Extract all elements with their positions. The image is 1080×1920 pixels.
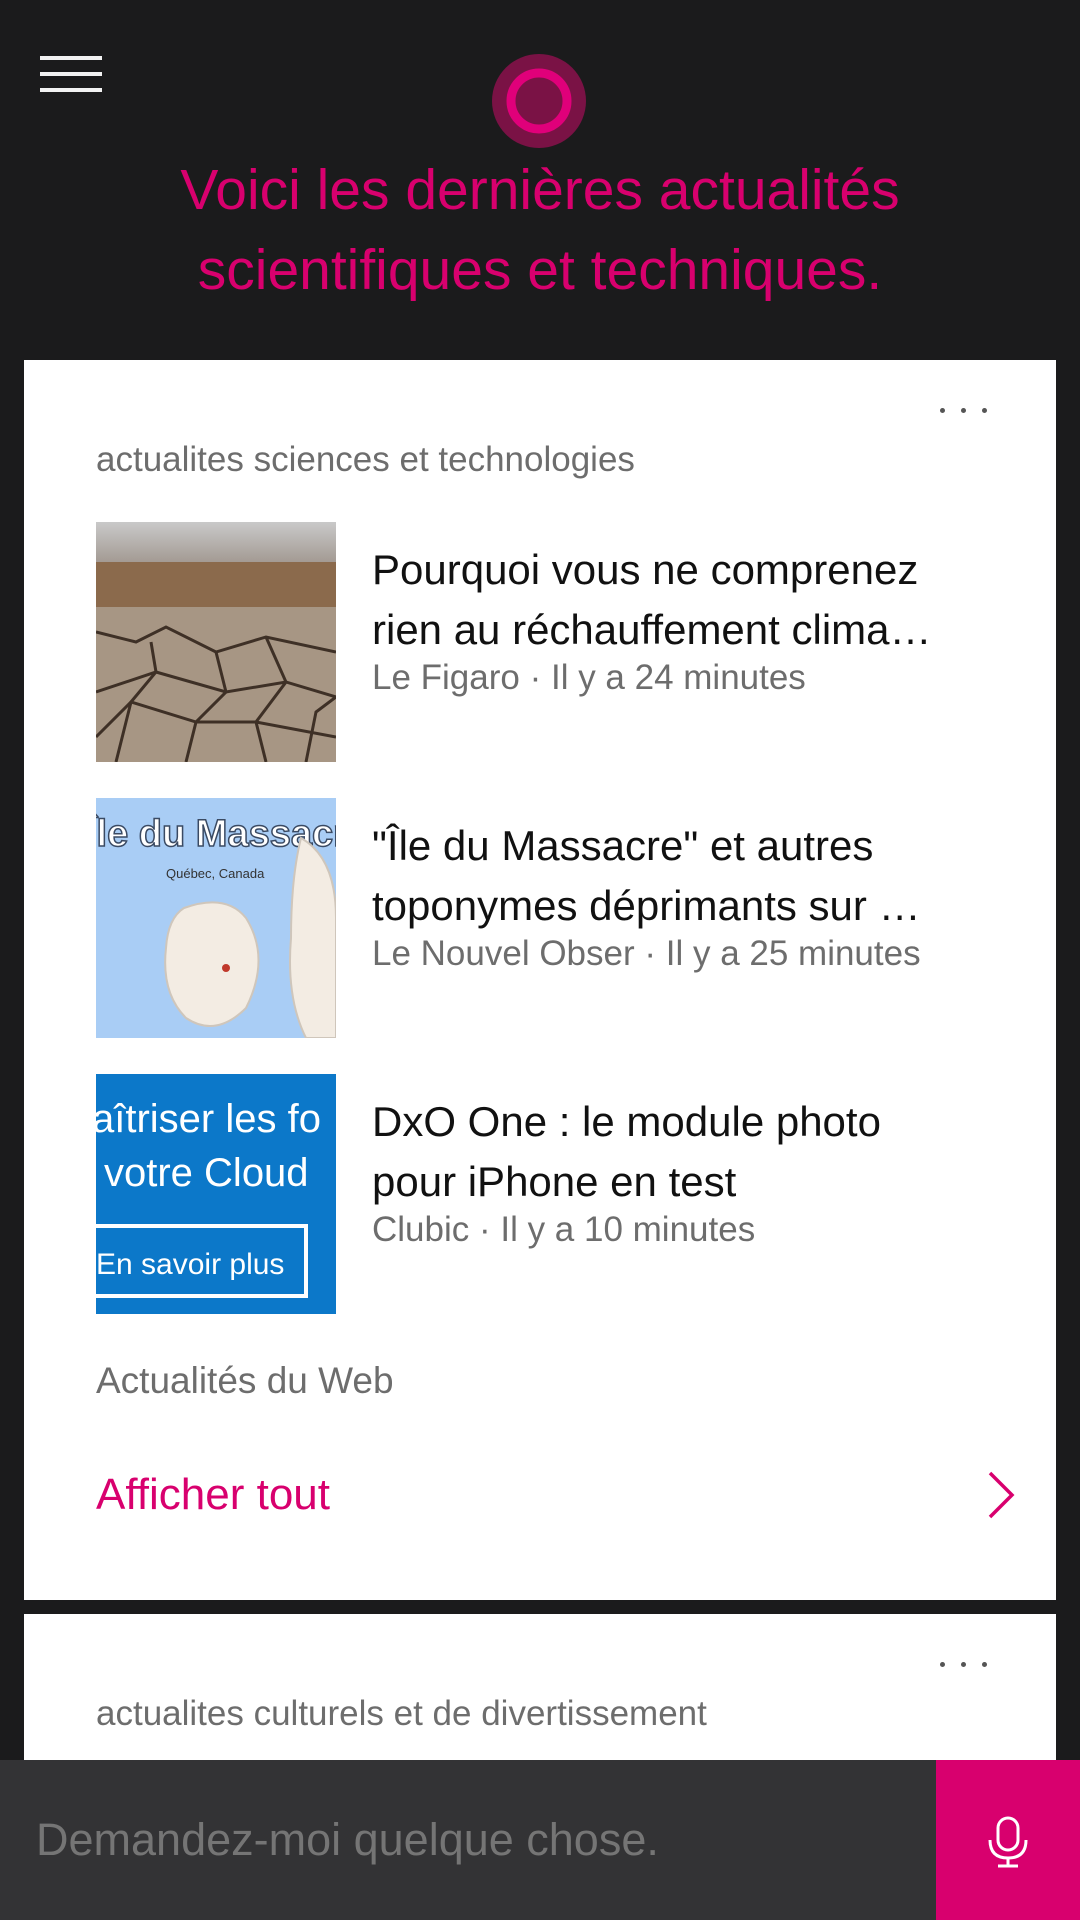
news-title: DxO One : le module photo pour iPhone en… [372, 1098, 881, 1205]
search-input[interactable] [0, 1760, 936, 1920]
news-thumbnail: Île du Massacre Québec, Canada [96, 798, 336, 1038]
assistant-response-text: Voici les dernières actualités scientifi… [180, 158, 900, 302]
chevron-right-icon [988, 1471, 1015, 1519]
news-meta: Le Nouvel Obser · Il y a 25 minutes [372, 934, 921, 973]
news-item[interactable]: aîtriser les fo votre Cloud En savoir pl… [96, 1074, 1016, 1314]
news-thumbnail: aîtriser les fo votre Cloud En savoir pl… [96, 1074, 336, 1314]
microphone-icon [988, 1816, 1028, 1868]
news-meta: Clubic · Il y a 10 minutes [372, 1210, 756, 1249]
show-all-link[interactable]: Afficher tout [96, 1460, 1016, 1540]
more-ellipsis-icon[interactable] [940, 404, 988, 420]
science-news-card: actualites sciences et technologies Pour… [24, 360, 1056, 1600]
microphone-button[interactable] [936, 1760, 1080, 1920]
news-title: "Île du Massacre" et autres toponymes dé… [372, 822, 921, 929]
cortana-circle-icon[interactable] [491, 53, 587, 149]
header: Voici les dernières actualités scientifi… [0, 0, 1080, 350]
card-heading: actualites culturels et de divertissemen… [96, 1694, 707, 1733]
source-label: Actualités du Web [96, 1360, 394, 1401]
card-heading: actualites sciences et technologies [96, 440, 635, 479]
svg-text:Québec, Canada: Québec, Canada [166, 866, 265, 881]
news-thumbnail [96, 522, 336, 762]
news-title: Pourquoi vous ne comprenez rien au récha… [372, 546, 932, 653]
news-item[interactable]: Île du Massacre Québec, Canada "Île du M… [96, 798, 1016, 1038]
svg-text:votre Cloud: votre Cloud [104, 1151, 309, 1195]
more-ellipsis-icon[interactable] [940, 1658, 988, 1674]
news-item[interactable]: Pourquoi vous ne comprenez rien au récha… [96, 522, 1016, 762]
svg-text:En savoir plus: En savoir plus [96, 1248, 284, 1281]
news-meta: Le Figaro · Il y a 24 minutes [372, 658, 806, 697]
hamburger-menu-icon[interactable] [40, 56, 102, 96]
svg-text:aîtriser les fo: aîtriser les fo [96, 1097, 321, 1141]
show-all-label: Afficher tout [96, 1470, 330, 1519]
search-bar [0, 1760, 1080, 1920]
